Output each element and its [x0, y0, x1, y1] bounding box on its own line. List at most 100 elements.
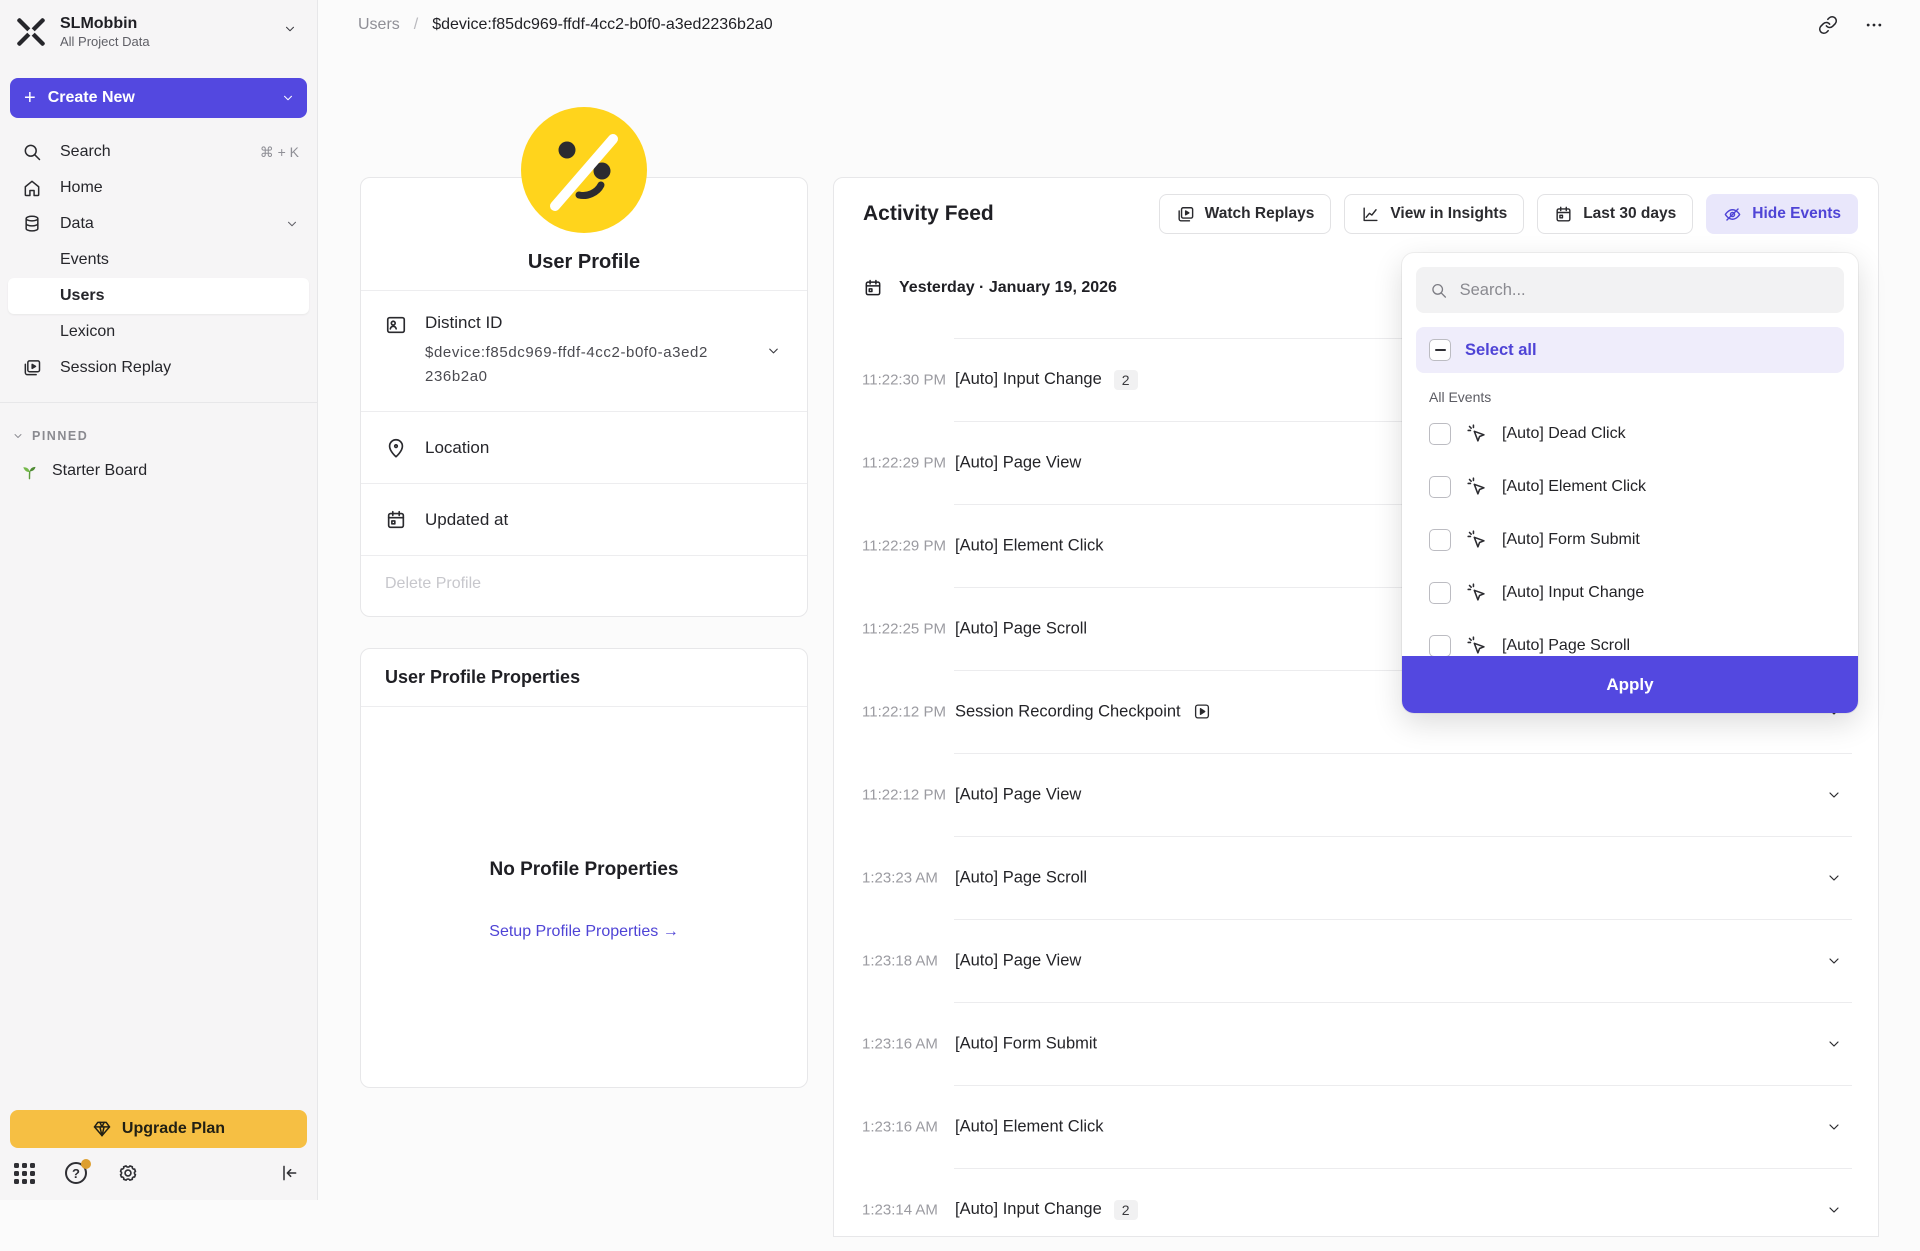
- profile-properties-card: User Profile Properties No Profile Prope…: [360, 648, 808, 1088]
- calendar-icon: [1554, 205, 1573, 224]
- option-checkbox[interactable]: [1429, 529, 1451, 551]
- hide-events-button[interactable]: Hide Events: [1706, 194, 1858, 234]
- collapse-sidebar-button[interactable]: [279, 1163, 299, 1183]
- location-row: Location: [361, 412, 807, 484]
- collapse-left-icon: [279, 1163, 299, 1183]
- user-profile-card: User Profile Distinct ID $device:f85dc96…: [360, 177, 808, 617]
- distinct-id-label: Distinct ID: [425, 313, 710, 333]
- select-all-row[interactable]: Select all: [1416, 327, 1844, 373]
- feed-row[interactable]: 1:23:16 AM [Auto] Element Click: [834, 1085, 1878, 1168]
- workspace-switcher[interactable]: SLMobbin All Project Data: [0, 0, 317, 60]
- watch-replays-button[interactable]: Watch Replays: [1159, 194, 1332, 234]
- sidebar-item-data[interactable]: Data: [8, 206, 309, 242]
- sidebar-item-session-replay[interactable]: Session Replay: [8, 350, 309, 386]
- activity-feed-title: Activity Feed: [863, 202, 994, 226]
- top-bar: Users / $device:f85dc969-ffdf-4cc2-b0f0-…: [319, 0, 1920, 50]
- option-label: [Auto] Form Submit: [1502, 531, 1640, 549]
- chevron-down-icon: [281, 91, 295, 105]
- create-new-button[interactable]: + Create New: [10, 78, 307, 118]
- feed-row[interactable]: 1:23:23 AM [Auto] Page Scroll: [834, 836, 1878, 919]
- option-checkbox[interactable]: [1429, 423, 1451, 445]
- sidebar-item-home[interactable]: Home: [8, 170, 309, 206]
- create-new-label: Create New: [48, 89, 135, 107]
- link-icon: [1818, 15, 1838, 35]
- chevron-down-icon: [1826, 953, 1842, 969]
- option-label: [Auto] Element Click: [1502, 478, 1646, 496]
- dropdown-option[interactable]: [Auto] Input Change: [1402, 566, 1858, 619]
- upgrade-plan-button[interactable]: Upgrade Plan: [10, 1110, 307, 1148]
- sidebar-item-lexicon[interactable]: Lexicon: [8, 314, 309, 350]
- option-label: [Auto] Input Change: [1502, 584, 1644, 602]
- user-avatar: [521, 107, 647, 233]
- view-in-insights-button[interactable]: View in Insights: [1344, 194, 1524, 234]
- chevron-down-icon: [283, 22, 297, 36]
- profile-card-title: User Profile: [528, 251, 640, 274]
- copy-link-button[interactable]: [1818, 15, 1838, 35]
- pinned-section-header[interactable]: PINNED: [0, 403, 317, 451]
- dropdown-option[interactable]: [Auto] Form Submit: [1402, 513, 1858, 566]
- event-label: [Auto] Page Scroll: [955, 868, 1087, 887]
- event-time: 11:22:12 PM: [862, 703, 946, 720]
- event-label: [Auto] Page Scroll: [955, 619, 1087, 638]
- sidebar-item-label: Data: [60, 215, 94, 233]
- help-button[interactable]: ?: [65, 1162, 87, 1184]
- apps-grid-icon[interactable]: [14, 1163, 35, 1184]
- upgrade-plan-label: Upgrade Plan: [122, 1120, 225, 1138]
- chevron-down-icon: [1826, 1202, 1842, 1218]
- event-label: [Auto] Form Submit: [955, 1034, 1097, 1053]
- calendar-icon: [863, 278, 883, 298]
- event-time: 1:23:23 AM: [862, 869, 938, 886]
- sidebar-item-search[interactable]: Search ⌘ + K: [8, 134, 309, 170]
- location-pin-icon: [385, 437, 407, 459]
- breadcrumb-separator: /: [414, 16, 418, 34]
- delete-profile-button[interactable]: Delete Profile: [361, 556, 807, 612]
- line-chart-icon: [1361, 205, 1380, 224]
- ellipsis-icon: [1864, 15, 1884, 35]
- event-label: [Auto] Element Click: [955, 1117, 1104, 1136]
- event-time: 11:22:12 PM: [862, 786, 946, 803]
- more-actions-button[interactable]: [1864, 15, 1884, 35]
- date-range-button[interactable]: Last 30 days: [1537, 194, 1693, 234]
- event-time: 11:22:29 PM: [862, 454, 946, 471]
- sidebar-item-events[interactable]: Events: [8, 242, 309, 278]
- sidebar-item-label: Events: [60, 251, 109, 269]
- event-label: Session Recording Checkpoint: [955, 702, 1181, 721]
- chevron-down-icon: [766, 344, 781, 359]
- sidebar-item-label: Starter Board: [52, 462, 147, 480]
- dropdown-option[interactable]: [Auto] Element Click: [1402, 460, 1858, 513]
- option-label: [Auto] Page Scroll: [1502, 637, 1630, 655]
- dropdown-search[interactable]: [1416, 267, 1844, 313]
- apply-button[interactable]: Apply: [1402, 656, 1858, 713]
- dropdown-group-label: All Events: [1429, 389, 1858, 405]
- setup-properties-link[interactable]: Setup Profile Properties →: [489, 923, 678, 941]
- chevron-down-icon: [285, 217, 299, 231]
- feed-row[interactable]: 11:22:12 PM [Auto] Page View: [834, 753, 1878, 836]
- event-label: [Auto] Page View: [955, 951, 1081, 970]
- feed-date-header: Yesterday · January 19, 2026: [899, 279, 1117, 297]
- settings-button[interactable]: [117, 1162, 139, 1184]
- distinct-id-value: $device:f85dc969-ffdf-4cc2-b0f0-a3ed2236…: [425, 341, 710, 389]
- search-icon: [22, 142, 44, 162]
- dropdown-search-input[interactable]: [1460, 281, 1830, 300]
- option-checkbox[interactable]: [1429, 582, 1451, 604]
- option-checkbox[interactable]: [1429, 635, 1451, 657]
- view-in-insights-label: View in Insights: [1390, 205, 1507, 223]
- feed-row[interactable]: 1:23:14 AM [Auto] Input Change2: [834, 1168, 1878, 1251]
- feed-row[interactable]: 1:23:18 AM [Auto] Page View: [834, 919, 1878, 1002]
- date-range-label: Last 30 days: [1583, 205, 1676, 223]
- plus-icon: +: [24, 88, 36, 108]
- feed-row[interactable]: 1:23:16 AM [Auto] Form Submit: [834, 1002, 1878, 1085]
- calendar-icon: [385, 509, 407, 531]
- sidebar-item-starter-board[interactable]: Starter Board: [8, 453, 309, 489]
- sidebar-item-users[interactable]: Users: [8, 278, 309, 314]
- option-checkbox[interactable]: [1429, 476, 1451, 498]
- distinct-id-expand-button[interactable]: [766, 344, 781, 359]
- dropdown-option[interactable]: [Auto] Dead Click: [1402, 407, 1858, 460]
- breadcrumb-users[interactable]: Users: [358, 16, 400, 34]
- sidebar-item-label: Users: [60, 287, 104, 305]
- event-label: [Auto] Page View: [955, 453, 1081, 472]
- select-all-checkbox[interactable]: [1429, 339, 1451, 361]
- play-recording-icon[interactable]: [1193, 703, 1211, 721]
- mixpanel-logo-icon: [14, 15, 48, 49]
- location-label: Location: [425, 438, 489, 458]
